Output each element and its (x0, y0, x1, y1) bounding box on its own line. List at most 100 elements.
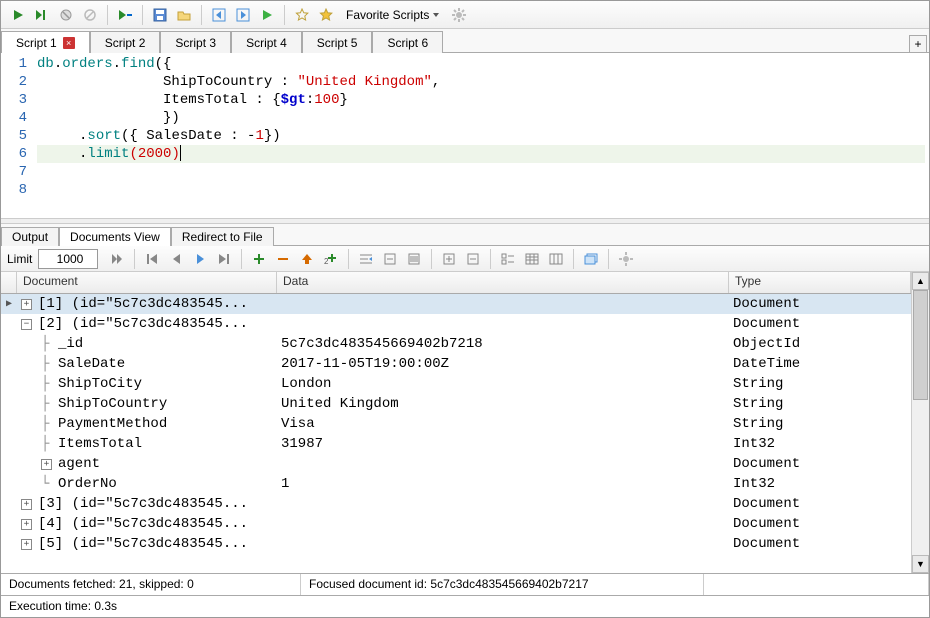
grid-collapse-button[interactable] (462, 248, 484, 270)
save-button[interactable] (149, 4, 171, 26)
table-row[interactable]: ▶+[1] (id="5c7c3dc483545...Document (1, 294, 911, 314)
table-row[interactable]: ├PaymentMethodVisaString (1, 414, 911, 434)
svg-text:2: 2 (324, 257, 329, 265)
stop-button[interactable] (55, 4, 77, 26)
nav-prev-button[interactable] (208, 4, 230, 26)
cell-type: Document (729, 456, 911, 472)
cell-document-text: [2] (id="5c7c3dc483545... (38, 316, 248, 332)
favorite-scripts-dropdown[interactable]: Favorite Scripts (339, 4, 446, 26)
expand-node-button[interactable]: + (21, 299, 32, 310)
first-button[interactable] (141, 248, 163, 270)
status-bar-documents: Documents fetched: 21, skipped: 0 Focuse… (1, 573, 929, 595)
run-button[interactable] (7, 4, 29, 26)
run-step-button[interactable] (31, 4, 53, 26)
script-tab[interactable]: Script 2 (90, 31, 161, 53)
play-button[interactable] (189, 248, 211, 270)
grid-header-document[interactable]: Document (17, 272, 277, 293)
expand-node-button[interactable]: + (41, 459, 52, 470)
table-row[interactable]: +agentDocument (1, 454, 911, 474)
scroll-down-button[interactable]: ▼ (912, 555, 929, 573)
script-tab[interactable]: Script 1× (1, 31, 90, 53)
grid-settings-button[interactable] (615, 248, 637, 270)
cell-document-text: [3] (id="5c7c3dc483545... (38, 496, 248, 512)
table-row[interactable]: −[2] (id="5c7c3dc483545...Document (1, 314, 911, 334)
script-tab-label: Script 3 (175, 36, 216, 50)
script-tab-label: Script 2 (105, 36, 146, 50)
cell-document-text: _id (58, 336, 83, 352)
chevron-down-icon (433, 13, 439, 17)
table-row[interactable]: +[5] (id="5c7c3dc483545...Document (1, 534, 911, 554)
open-button[interactable] (173, 4, 195, 26)
table-row[interactable]: └OrderNo1Int32 (1, 474, 911, 494)
grid-header-data[interactable]: Data (277, 272, 729, 293)
script-tab[interactable]: Script 5 (302, 31, 373, 53)
cell-document-text: [4] (id="5c7c3dc483545... (38, 516, 248, 532)
page-next-button[interactable] (106, 248, 128, 270)
view-table-button[interactable] (521, 248, 543, 270)
view-tree-button[interactable] (497, 248, 519, 270)
debug-button[interactable] (114, 4, 136, 26)
cell-document: ├ItemsTotal (17, 436, 277, 452)
promote-button[interactable] (296, 248, 318, 270)
cell-type: String (729, 416, 911, 432)
collapse-node-button[interactable]: − (21, 319, 32, 330)
cell-document: ├ShipToCountry (17, 396, 277, 412)
cell-data: United Kingdom (277, 396, 729, 412)
code-editor[interactable]: 12345678 db.orders.find({ ShipToCountry … (1, 53, 929, 218)
indent-left-button[interactable] (355, 248, 377, 270)
add-tab-button[interactable]: + (909, 35, 927, 53)
script-tabbar: Script 1×Script 2Script 3Script 4Script … (1, 29, 929, 53)
cell-type: Document (729, 496, 911, 512)
nav-next-button[interactable] (232, 4, 254, 26)
table-row[interactable]: ├_id5c7c3dc483545669402b7218ObjectId (1, 334, 911, 354)
expand-node-button[interactable]: + (21, 519, 32, 530)
cell-document: ├PaymentMethod (17, 416, 277, 432)
collapse-all-button[interactable] (379, 248, 401, 270)
cell-data: London (277, 376, 729, 392)
star-filled-button[interactable] (315, 4, 337, 26)
copy-grid-button[interactable] (580, 248, 602, 270)
scroll-up-button[interactable]: ▲ (912, 272, 929, 290)
table-row[interactable]: ├ShipToCityLondonString (1, 374, 911, 394)
results-tab[interactable]: Documents View (59, 227, 171, 246)
expand-node-button[interactable]: + (21, 499, 32, 510)
view-columns-button[interactable] (545, 248, 567, 270)
cell-document: −[2] (id="5c7c3dc483545... (17, 316, 277, 332)
close-tab-button[interactable]: × (63, 37, 75, 49)
add-child-button[interactable]: 2 (320, 248, 342, 270)
results-tab[interactable]: Redirect to File (171, 227, 274, 246)
table-row[interactable]: ├ItemsTotal31987Int32 (1, 434, 911, 454)
table-row[interactable]: ├SaleDate2017-11-05T19:00:00ZDateTime (1, 354, 911, 374)
table-row[interactable]: ├ShipToCountryUnited KingdomString (1, 394, 911, 414)
editor-code[interactable]: db.orders.find({ ShipToCountry : "United… (33, 53, 929, 218)
table-row[interactable]: +[4] (id="5c7c3dc483545...Document (1, 514, 911, 534)
results-grid[interactable]: Document Data Type ▶+[1] (id="5c7c3dc483… (1, 272, 911, 573)
toolbar-separator (284, 5, 285, 25)
remove-row-button[interactable] (272, 248, 294, 270)
script-tab-label: Script 6 (387, 36, 428, 50)
expand-node-button[interactable]: + (21, 539, 32, 550)
results-tab[interactable]: Output (1, 227, 59, 246)
script-tab[interactable]: Script 3 (160, 31, 231, 53)
grid-expand-button[interactable] (438, 248, 460, 270)
cancel-button[interactable] (79, 4, 101, 26)
scroll-thumb[interactable] (913, 290, 928, 400)
script-tab[interactable]: Script 6 (372, 31, 443, 53)
settings-button[interactable] (448, 4, 470, 26)
script-tab[interactable]: Script 4 (231, 31, 302, 53)
cell-document-text: [1] (id="5c7c3dc483545... (38, 296, 248, 312)
cell-document: ├_id (17, 336, 277, 352)
limit-input[interactable] (38, 249, 98, 269)
star-outline-button[interactable] (291, 4, 313, 26)
add-row-button[interactable] (248, 248, 270, 270)
prev-button[interactable] (165, 248, 187, 270)
cell-document: +[5] (id="5c7c3dc483545... (17, 536, 277, 552)
cell-data: 31987 (277, 436, 729, 452)
grid-vertical-scrollbar[interactable]: ▲ ▼ (911, 272, 929, 573)
table-row[interactable]: + [3] (id="5c7c3dc483545... Document (1, 494, 911, 514)
run-green-button[interactable] (256, 4, 278, 26)
toolbar-separator (431, 249, 432, 269)
expand-all-button[interactable] (403, 248, 425, 270)
last-button[interactable] (213, 248, 235, 270)
grid-header-type[interactable]: Type (729, 272, 911, 293)
